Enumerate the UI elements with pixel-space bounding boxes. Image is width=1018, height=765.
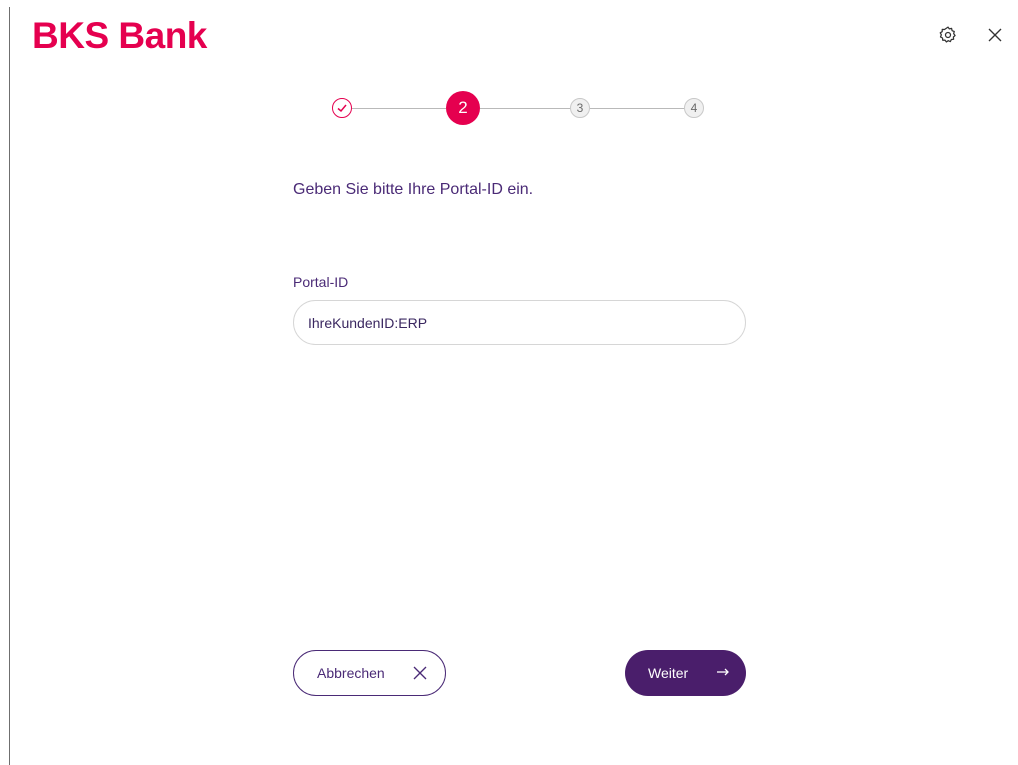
next-button-label: Weiter xyxy=(648,665,689,681)
close-icon xyxy=(413,666,427,680)
step-3-pending: 3 xyxy=(570,98,590,118)
check-icon xyxy=(337,104,347,113)
arrow-right-icon xyxy=(717,668,729,676)
step-2-active: 2 xyxy=(446,91,480,125)
stepper-line-3 xyxy=(590,108,684,109)
window-border xyxy=(9,7,10,765)
cancel-button[interactable]: Abbrechen xyxy=(293,650,446,696)
step-1-completed xyxy=(332,98,352,118)
next-button[interactable]: Weiter xyxy=(625,650,746,696)
portal-id-field-wrapper xyxy=(293,300,746,345)
onboarding-window: BKS Bank 2 3 4 Geben Sie bitte Ihre Port… xyxy=(0,0,1018,765)
settings-button[interactable] xyxy=(935,22,961,48)
portal-id-input[interactable] xyxy=(294,301,745,344)
stepper-line-2 xyxy=(480,108,570,109)
close-icon xyxy=(988,28,1002,42)
bks-bank-logo: BKS Bank xyxy=(32,15,207,56)
close-button[interactable] xyxy=(982,22,1008,48)
stepper-line-1 xyxy=(352,108,446,109)
portal-id-label: Portal-ID xyxy=(293,274,349,290)
page-heading: Geben Sie bitte Ihre Portal-ID ein. xyxy=(293,181,534,198)
gear-icon xyxy=(939,26,956,43)
progress-stepper: 2 3 4 xyxy=(330,91,710,125)
step-4-pending: 4 xyxy=(684,98,704,118)
cancel-button-label: Abbrechen xyxy=(317,665,385,681)
